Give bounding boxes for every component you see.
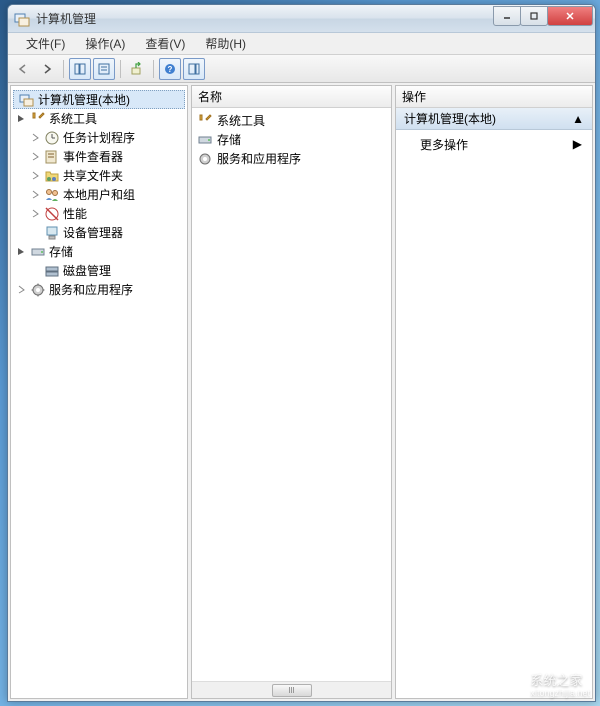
actions-context: 计算机管理(本地) [404, 110, 496, 127]
collapse-icon[interactable] [15, 113, 27, 125]
help-button[interactable]: ? [159, 58, 181, 80]
tree-label: 事件查看器 [63, 148, 123, 165]
tree-label: 任务计划程序 [63, 129, 135, 146]
expand-icon[interactable] [29, 170, 41, 182]
window-frame: 计算机管理 文件(F) 操作(A) 查看(V) 帮助(H) [7, 4, 596, 702]
toolbar: ? [8, 55, 595, 83]
show-hide-tree-button[interactable] [69, 58, 91, 80]
toolbar-separator [63, 60, 64, 78]
minimize-button[interactable] [493, 6, 521, 26]
list-label: 服务和应用程序 [217, 150, 301, 167]
tree-label: 共享文件夹 [63, 167, 123, 184]
expand-icon[interactable] [29, 208, 41, 220]
performance-icon [44, 206, 60, 222]
tree-label: 本地用户和组 [63, 186, 135, 203]
app-icon [14, 11, 30, 27]
tree-pane: 计算机管理(本地) 系统工具 任务计划程序 事件查看器 [10, 85, 188, 699]
tree-storage[interactable]: 存储 [13, 242, 185, 261]
actions-pane: 操作 计算机管理(本地) ▲ 更多操作 ▶ [395, 85, 593, 699]
tree-services-apps[interactable]: 服务和应用程序 [13, 280, 185, 299]
tree-task-scheduler[interactable]: 任务计划程序 [13, 128, 185, 147]
expand-icon[interactable] [29, 189, 41, 201]
titlebar[interactable]: 计算机管理 [8, 5, 595, 33]
shared-folder-icon [44, 168, 60, 184]
menu-view[interactable]: 查看(V) [135, 33, 195, 54]
menu-file[interactable]: 文件(F) [16, 33, 75, 54]
tree-shared-folders[interactable]: 共享文件夹 [13, 166, 185, 185]
services-icon [30, 282, 46, 298]
list-label: 存储 [217, 131, 241, 148]
collapse-icon[interactable] [15, 246, 27, 258]
watermark-text: 系统之家 [530, 673, 582, 688]
show-actions-button[interactable] [183, 58, 205, 80]
list-view[interactable]: 系统工具 存储 服务和应用程序 [192, 108, 391, 681]
tree-label: 设备管理器 [63, 224, 123, 241]
svg-text:?: ? [168, 65, 173, 74]
tree-disk-management[interactable]: 磁盘管理 [13, 261, 185, 280]
tree-device-manager[interactable]: 设备管理器 [13, 223, 185, 242]
users-icon [44, 187, 60, 203]
tree-view[interactable]: 计算机管理(本地) 系统工具 任务计划程序 事件查看器 [11, 86, 187, 303]
actions-context-bar[interactable]: 计算机管理(本地) ▲ [396, 108, 592, 130]
list-label: 系统工具 [217, 112, 265, 129]
actions-list: 更多操作 ▶ [396, 130, 592, 158]
storage-icon [30, 244, 46, 260]
tree-system-tools[interactable]: 系统工具 [13, 109, 185, 128]
window-controls [494, 6, 593, 26]
tree-label: 性能 [63, 205, 87, 222]
tree-label: 磁盘管理 [63, 262, 111, 279]
list-item[interactable]: 系统工具 [195, 111, 388, 130]
list-item[interactable]: 服务和应用程序 [195, 149, 388, 168]
maximize-button[interactable] [520, 6, 548, 26]
tools-icon [30, 111, 46, 127]
window-title: 计算机管理 [36, 10, 494, 27]
disk-icon [44, 263, 60, 279]
column-name: 名称 [198, 88, 222, 105]
menu-action[interactable]: 操作(A) [75, 33, 135, 54]
export-button[interactable] [126, 58, 148, 80]
tree-event-viewer[interactable]: 事件查看器 [13, 147, 185, 166]
list-pane: 名称 系统工具 存储 服务和应用程序 [191, 85, 392, 699]
collapse-arrow-icon: ▲ [572, 112, 584, 126]
list-item[interactable]: 存储 [195, 130, 388, 149]
list-header[interactable]: 名称 [192, 86, 391, 108]
watermark-logo-icon [496, 670, 524, 698]
submenu-arrow-icon: ▶ [573, 137, 582, 151]
expand-icon[interactable] [29, 132, 41, 144]
tree-label: 系统工具 [49, 110, 97, 127]
computer-mgmt-icon [19, 92, 35, 108]
toolbar-separator [153, 60, 154, 78]
tree-label: 服务和应用程序 [49, 281, 133, 298]
tree-label: 计算机管理(本地) [38, 91, 130, 108]
content-area: 计算机管理(本地) 系统工具 任务计划程序 事件查看器 [8, 83, 595, 701]
clock-icon [44, 130, 60, 146]
actions-header: 操作 [396, 86, 592, 108]
watermark: 系统之家 xitongzhijia.net [496, 670, 590, 698]
tree-root[interactable]: 计算机管理(本地) [13, 90, 185, 109]
expand-icon[interactable] [15, 284, 27, 296]
properties-button[interactable] [93, 58, 115, 80]
close-button[interactable] [547, 6, 593, 26]
expand-icon[interactable] [29, 151, 41, 163]
services-icon [197, 151, 213, 167]
actions-title: 操作 [402, 88, 426, 105]
tools-icon [197, 113, 213, 129]
device-icon [44, 225, 60, 241]
tree-performance[interactable]: 性能 [13, 204, 185, 223]
storage-icon [197, 132, 213, 148]
menu-help[interactable]: 帮助(H) [195, 33, 256, 54]
back-button[interactable] [12, 58, 34, 80]
horizontal-scrollbar[interactable] [192, 681, 391, 698]
toolbar-separator [120, 60, 121, 78]
tree-label: 存储 [49, 243, 73, 260]
menubar: 文件(F) 操作(A) 查看(V) 帮助(H) [8, 33, 595, 55]
action-label: 更多操作 [420, 136, 468, 153]
tree-local-users[interactable]: 本地用户和组 [13, 185, 185, 204]
action-more[interactable]: 更多操作 ▶ [396, 134, 592, 154]
event-log-icon [44, 149, 60, 165]
watermark-subtext: xitongzhijia.net [530, 689, 590, 698]
forward-button[interactable] [36, 58, 58, 80]
scrollbar-thumb[interactable] [272, 684, 312, 697]
